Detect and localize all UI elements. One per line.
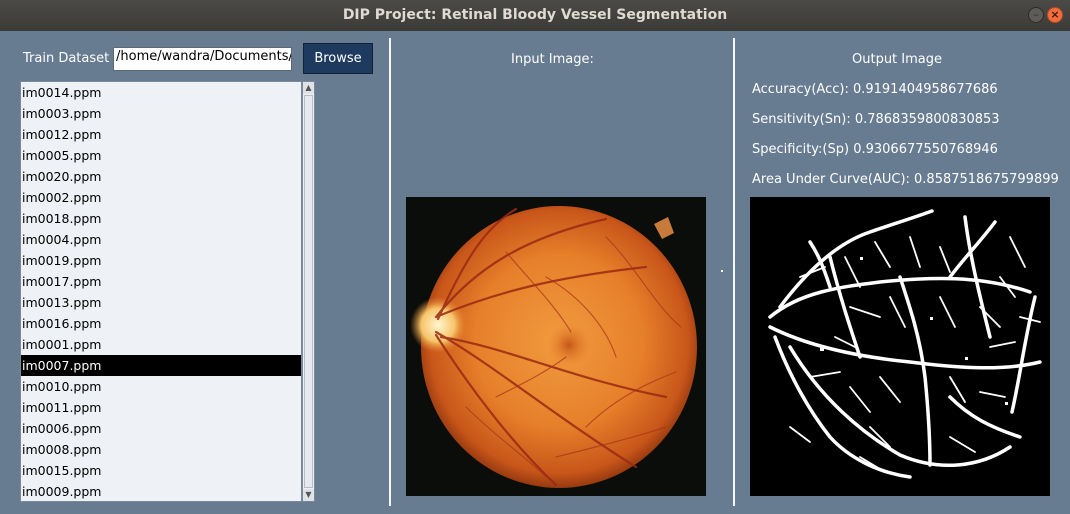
title-bar: DIP Project: Retinal Bloody Vessel Segme… <box>0 0 1070 31</box>
browse-button[interactable]: Browse <box>303 43 373 74</box>
separator-right <box>733 38 735 506</box>
file-list-scrollbar[interactable]: ▲ ▼ <box>302 81 315 502</box>
scroll-down-icon[interactable]: ▼ <box>303 489 314 501</box>
file-list-item[interactable]: im0008.ppm <box>21 439 301 460</box>
close-icon: × <box>1050 8 1060 21</box>
scroll-thumb[interactable] <box>304 95 313 488</box>
auc-metric: Area Under Curve(AUC): 0.858751867579989… <box>752 172 1059 187</box>
file-list-item[interactable]: im0009.ppm <box>21 481 301 501</box>
file-list-item[interactable]: im0001.ppm <box>21 334 301 355</box>
vessel-segmentation-image <box>750 197 1050 496</box>
minimize-button[interactable]: – <box>1028 7 1044 23</box>
file-list-item[interactable]: im0007.ppm <box>21 355 301 376</box>
file-list-item[interactable]: im0006.ppm <box>21 418 301 439</box>
window-title: DIP Project: Retinal Bloody Vessel Segme… <box>342 7 728 23</box>
file-list-item[interactable]: im0020.ppm <box>21 166 301 187</box>
accuracy-metric: Accuracy(Acc): 0.9191404958677686 <box>752 82 998 97</box>
file-list-item[interactable]: im0003.ppm <box>21 103 301 124</box>
input-image <box>406 197 706 496</box>
file-list-item[interactable]: im0012.ppm <box>21 124 301 145</box>
close-button[interactable]: × <box>1047 7 1063 23</box>
file-listbox[interactable]: im0014.ppm im0003.ppm im0012.ppm im0005.ppm… <box>20 81 302 502</box>
file-list-item[interactable]: im0004.ppm <box>21 229 301 250</box>
dataset-path-input[interactable]: /home/wandra/Documents/SE <box>113 47 292 71</box>
file-list-item[interactable]: im0013.ppm <box>21 292 301 313</box>
scroll-up-icon[interactable]: ▲ <box>303 82 314 94</box>
file-list-item[interactable]: im0010.ppm <box>21 376 301 397</box>
specificity-metric: Specificity:(Sp) 0.9306677550768946 <box>752 142 998 157</box>
retina-fundus-image <box>406 197 706 496</box>
output-image <box>750 197 1050 496</box>
minimize-icon: – <box>1033 8 1039 21</box>
input-image-label: Input Image: <box>511 52 594 67</box>
file-list-item[interactable]: im0019.ppm <box>21 250 301 271</box>
output-image-label: Output Image <box>852 52 943 67</box>
stray-pixel <box>721 270 723 272</box>
file-list-item[interactable]: im0018.ppm <box>21 208 301 229</box>
separator-left <box>389 38 391 506</box>
file-list-item[interactable]: im0015.ppm <box>21 460 301 481</box>
sensitivity-metric: Sensitivity(Sn): 0.7868359800830853 <box>752 112 1000 127</box>
file-list-item[interactable]: im0016.ppm <box>21 313 301 334</box>
train-dataset-label: Train Dataset <box>23 51 110 66</box>
file-list-item[interactable]: im0005.ppm <box>21 145 301 166</box>
file-list-item[interactable]: im0002.ppm <box>21 187 301 208</box>
file-list-item[interactable]: im0014.ppm <box>21 82 301 103</box>
file-list-item[interactable]: im0011.ppm <box>21 397 301 418</box>
file-list-item[interactable]: im0017.ppm <box>21 271 301 292</box>
